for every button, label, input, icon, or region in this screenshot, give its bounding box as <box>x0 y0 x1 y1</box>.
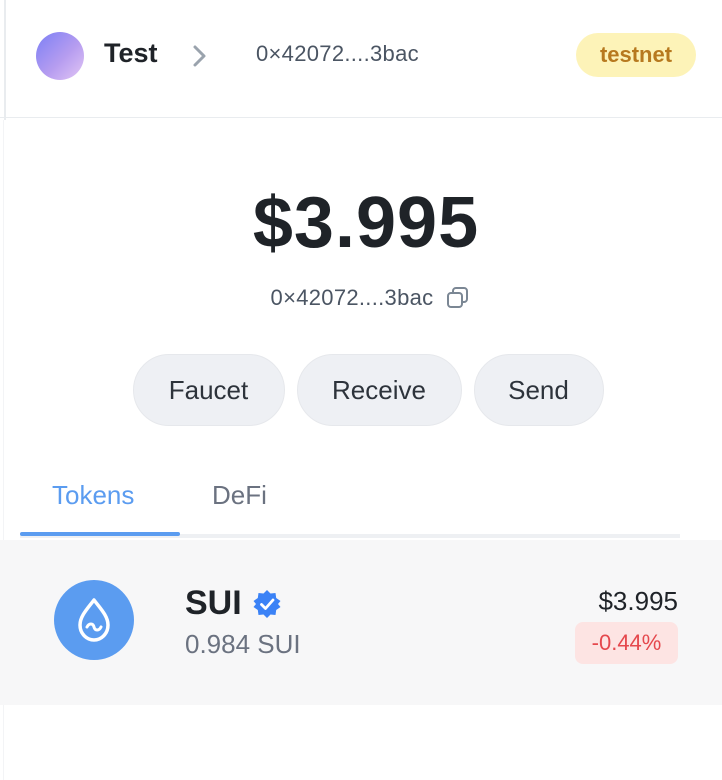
account-avatar[interactable] <box>36 32 84 80</box>
address-row: 0×42072....3bac <box>0 285 722 311</box>
active-tab-indicator <box>20 532 180 536</box>
tab-defi[interactable]: DeFi <box>212 480 267 511</box>
wallet-address: 0×42072....3bac <box>270 285 434 310</box>
token-symbol: SUI <box>185 584 242 622</box>
header-address[interactable]: 0×42072....3bac <box>256 41 419 67</box>
price-change-badge: -0.44% <box>575 622 678 664</box>
verified-badge-icon <box>253 590 281 618</box>
network-badge[interactable]: testnet <box>576 33 696 77</box>
sui-droplet-icon <box>54 580 134 660</box>
chevron-right-icon[interactable] <box>190 42 210 70</box>
token-value: $3.995 <box>598 586 678 616</box>
receive-button[interactable]: Receive <box>296 354 462 426</box>
faucet-button[interactable]: Faucet <box>132 354 285 426</box>
asset-tabs: Tokens DeFi <box>20 460 680 538</box>
send-button[interactable]: Send <box>473 354 604 426</box>
token-amount: 0.984 SUI <box>185 629 301 659</box>
wallet-header: Test 0×42072....3bac testnet <box>0 0 722 118</box>
copy-icon[interactable] <box>445 285 471 311</box>
action-buttons: Faucet Receive Send <box>0 354 722 426</box>
total-balance: $3.995 <box>252 183 480 263</box>
token-row-sui[interactable]: SUI 0.984 SUI $3.995 -0.44% <box>0 540 722 705</box>
tab-tokens[interactable]: Tokens <box>52 480 134 511</box>
account-name[interactable]: Test <box>104 38 158 69</box>
